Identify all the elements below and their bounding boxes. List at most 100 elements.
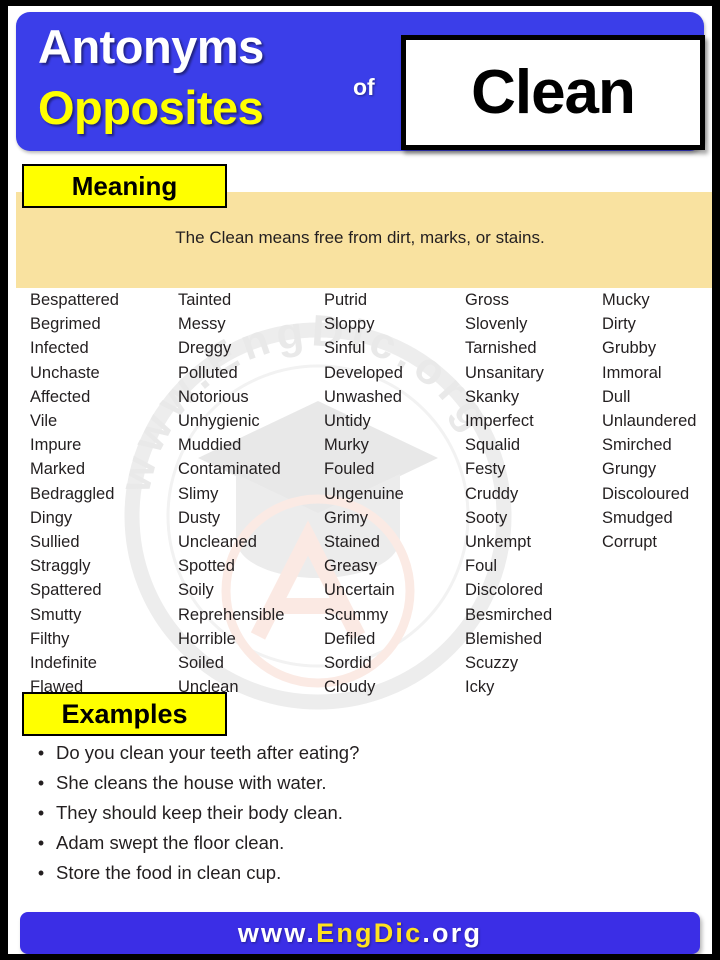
antonym-word: Uncleaned [178, 533, 257, 552]
bullet-icon: • [37, 743, 45, 763]
antonym-word: Cruddy [465, 484, 519, 503]
example-item: • Do you clean your teeth after eating? [26, 742, 586, 772]
antonym-word: Defiled [324, 629, 376, 648]
antonym-word: Foul [465, 557, 498, 576]
antonym-word: Developed [324, 363, 403, 382]
antonym-word: Bedraggled [30, 484, 115, 503]
antonym-word: Immoral [602, 363, 662, 382]
antonym-word: Scummy [324, 605, 389, 624]
antonym-word: Bespattered [30, 291, 119, 309]
antonym-word: Blemished [465, 629, 543, 648]
antonym-word: Unlaundered [602, 412, 697, 431]
antonym-column-3: Putrid Sloppy Sinful Developed Unwashed Untid… [324, 288, 404, 699]
antonym-word: Scuzzy [465, 654, 519, 673]
antonym-word: Cloudy [324, 678, 376, 697]
antonym-word: Sloppy [324, 315, 375, 334]
header-connector: of [353, 74, 375, 100]
examples-list: • Do you clean your teeth after eating? • S… [26, 742, 586, 892]
footer-url-prefix: www. [237, 917, 317, 948]
antonym-column-4: Gross Slovenly Tarnished Unsanitary Skanky Im… [465, 288, 552, 699]
antonym-word: Stained [324, 533, 380, 552]
meaning-label: Meaning [22, 164, 227, 208]
antonym-word: Unwashed [324, 387, 402, 406]
antonym-word: Soily [178, 581, 214, 600]
example-item: • They should keep their body clean. [26, 802, 586, 832]
antonym-word: Discolored [465, 581, 543, 600]
meaning-text: The Clean means free from dirt, marks, o… [175, 228, 545, 247]
antonym-column-1: Bespattered Begrimed Infected Unchaste Affec… [30, 288, 119, 699]
meaning-label-text: Meaning [71, 170, 178, 201]
antonym-word: Greasy [324, 557, 378, 576]
bullet-icon: • [37, 773, 45, 793]
header-line-opposites: Opposites [38, 81, 264, 134]
antonym-word: Unchaste [30, 363, 100, 382]
antonym-word: Corrupt [602, 533, 658, 552]
headword-text: Clean [471, 57, 636, 127]
example-text: Store the food in clean cup. [56, 862, 282, 883]
antonym-word: Mucky [602, 291, 650, 309]
antonym-word: Ungenuine [324, 484, 404, 503]
antonym-word: Impure [30, 436, 82, 455]
header-titles: Antonyms Opposites [38, 16, 368, 138]
antonym-word: Smutty [30, 605, 82, 624]
antonym-word: Spotted [178, 557, 235, 576]
antonym-word: Discoloured [602, 484, 690, 503]
antonym-word: Grimy [324, 508, 368, 527]
antonym-word: Dreggy [178, 339, 232, 358]
antonym-word: Dusty [178, 508, 221, 527]
headword-box: Clean [401, 35, 705, 150]
antonym-word: Tarnished [465, 339, 537, 358]
header-line-antonyms: Antonyms [38, 20, 264, 73]
antonym-columns: Bespattered Begrimed Infected Unchaste Affec… [8, 288, 712, 696]
antonym-word: Skanky [465, 387, 520, 406]
antonym-word: Sordid [324, 654, 372, 673]
antonym-word: Imperfect [465, 412, 534, 431]
example-text: She cleans the house with water. [56, 772, 327, 793]
bullet-icon: • [37, 863, 45, 883]
bullet-icon: • [37, 833, 45, 853]
antonym-word: Fouled [324, 460, 375, 479]
antonym-word: Putrid [324, 291, 368, 309]
antonym-word: Sinful [324, 339, 366, 358]
antonym-word: Tainted [178, 291, 232, 309]
antonym-word: Soiled [178, 654, 224, 673]
antonym-word: Reprehensible [178, 605, 285, 624]
antonym-word: Slovenly [465, 315, 528, 334]
example-item: • Adam swept the floor clean. [26, 832, 586, 862]
antonym-word: Dirty [602, 315, 636, 334]
antonym-word: Horrible [178, 629, 236, 648]
antonym-word: Besmirched [465, 605, 553, 624]
examples-label-text: Examples [61, 698, 188, 729]
antonym-word: Notorious [178, 387, 249, 406]
examples-label: Examples [22, 692, 227, 736]
footer-url-text: www.EngDic.org [238, 918, 482, 949]
antonym-word: Contaminated [178, 460, 281, 479]
antonym-word: Smudged [602, 508, 673, 527]
header-banner: Antonyms Opposites of Clean [16, 12, 705, 151]
antonym-word: Marked [30, 460, 86, 479]
footer-url-bar[interactable]: www.EngDic.org [20, 912, 700, 954]
bullet-icon: • [37, 803, 45, 823]
footer-url-brand: EngDic [316, 917, 423, 948]
antonym-word: Untidy [324, 412, 371, 431]
antonym-word: Dingy [30, 508, 73, 527]
antonym-word: Straggly [30, 557, 91, 576]
antonym-word: Smirched [602, 436, 672, 455]
antonym-word: Unkempt [465, 533, 532, 552]
example-text: They should keep their body clean. [56, 802, 343, 823]
antonym-word: Gross [465, 291, 510, 309]
poster-canvas: www.EngDic.org Antonyms Opposites of Cle… [8, 6, 712, 954]
antonym-word: Grubby [602, 339, 657, 358]
antonym-word: Unsanitary [465, 363, 544, 382]
example-text: Adam swept the floor clean. [56, 832, 285, 853]
footer-url-suffix: .org [422, 917, 483, 948]
antonym-word: Slimy [178, 484, 219, 503]
antonym-column-5: Mucky Dirty Grubby Immoral Dull Unlaundered Sm… [602, 288, 697, 554]
antonym-word: Polluted [178, 363, 238, 382]
antonym-word: Filthy [30, 629, 70, 648]
antonym-word: Sooty [465, 508, 508, 527]
antonym-column-2: Tainted Messy Dreggy Polluted Notorious Unhyg… [178, 288, 284, 699]
antonym-word: Icky [465, 678, 495, 697]
antonym-word: Spattered [30, 581, 102, 600]
antonym-word: Infected [30, 339, 89, 358]
